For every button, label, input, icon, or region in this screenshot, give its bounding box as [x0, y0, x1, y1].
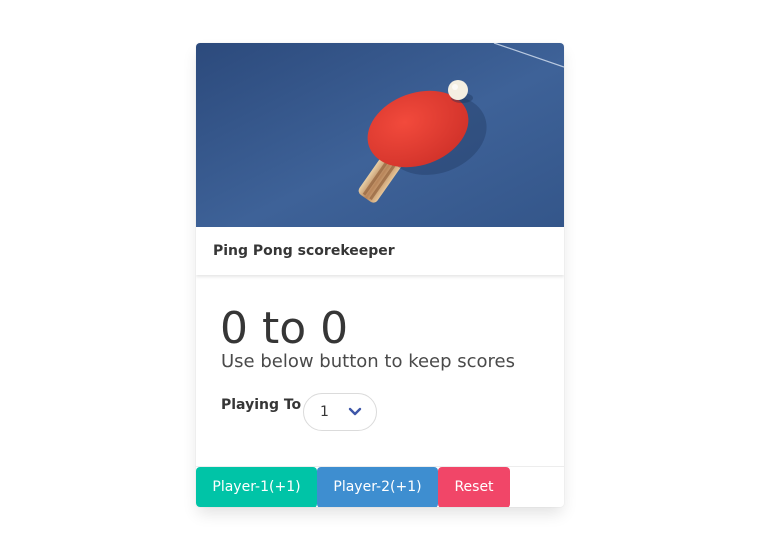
card-footer: Player-1(+1) Player-2(+1) Reset [196, 466, 564, 507]
scorekeeper-card: Ping Pong scorekeeper 0 to 0 Use below b… [196, 43, 564, 507]
card-title: Ping Pong scorekeeper [213, 243, 395, 259]
score-separator: to [262, 303, 307, 354]
playing-to-value: 1 [320, 404, 329, 420]
instructions-text: Use below button to keep scores [221, 351, 516, 372]
player2-score: 0 [320, 303, 349, 354]
chevron-down-icon [348, 407, 362, 416]
reset-button[interactable]: Reset [438, 467, 510, 507]
ping-pong-image [196, 43, 564, 227]
ping-pong-paddle-illustration [196, 43, 564, 227]
player1-add-point-button[interactable]: Player-1(+1) [196, 467, 317, 507]
playing-to-select[interactable]: 1 [303, 393, 377, 431]
card-header: Ping Pong scorekeeper [196, 227, 564, 275]
playing-to-label: Playing To [221, 397, 302, 413]
card-content: 0 to 0 Use below button to keep scores P… [196, 275, 564, 466]
player2-add-point-button[interactable]: Player-2(+1) [317, 467, 438, 507]
player1-score: 0 [220, 303, 248, 354]
